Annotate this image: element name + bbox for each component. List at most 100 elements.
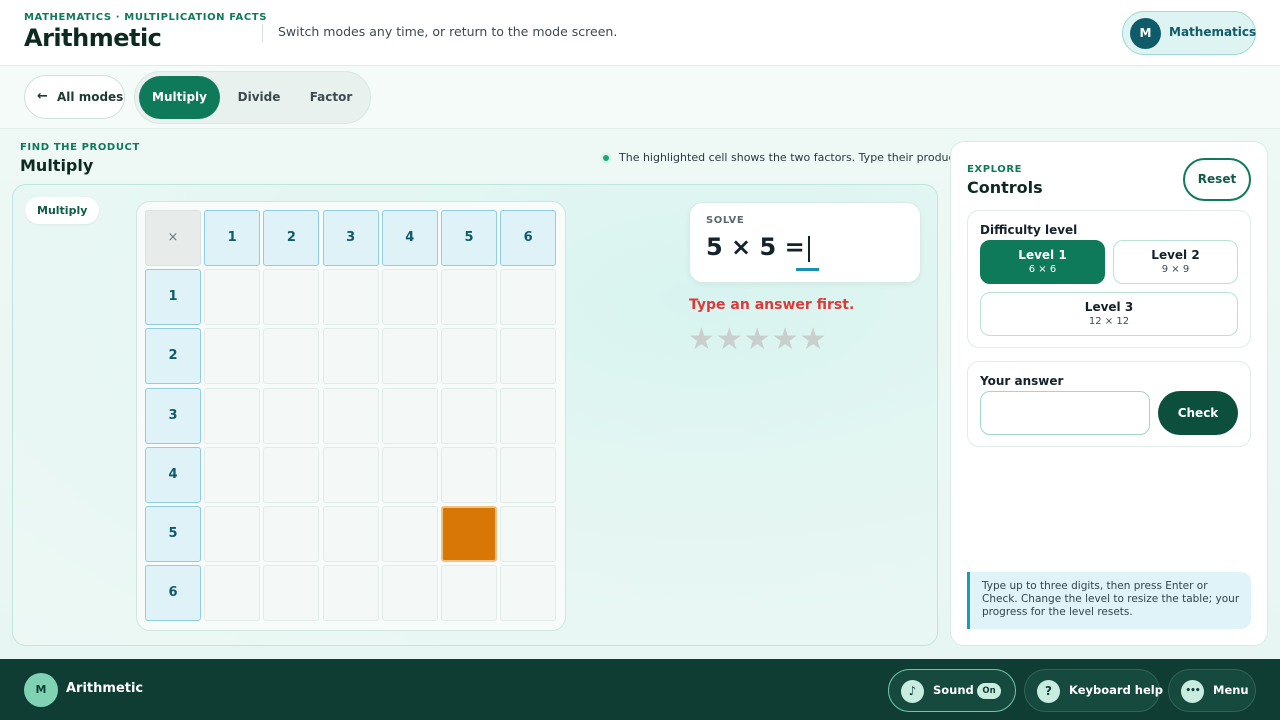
feedback-message: Type an answer first. [689,297,855,313]
grid-cell [500,269,557,326]
grid-cell [441,328,497,385]
column-header: 3 [322,210,379,266]
section-eyebrow: FIND THE PRODUCT [20,142,140,153]
footer-avatar: M [24,673,58,707]
grid-cell [204,565,261,622]
row-header: 4 [145,446,201,503]
grid-cell [441,387,497,444]
stage-chip: Multiply [25,197,100,224]
row-header: 6 [145,565,201,622]
subject-button[interactable]: M Mathematics [1122,11,1256,55]
reset-button[interactable]: Reset [1183,158,1251,201]
grid-cell [441,565,497,622]
level-size: 6 × 6 [1028,264,1057,275]
multiplication-grid: × 1 2 3 4 5 6 1 2 3 4 5 6 [136,201,566,631]
app-header: MATHEMATICS · MULTIPLICATION FACTS Arith… [0,0,1280,66]
app-title: Arithmetic [24,24,162,52]
highlighted-cell [441,506,497,562]
check-button[interactable]: Check [1158,391,1238,435]
solve-card: SOLVE 5 × 5 = [689,202,921,283]
arrow-left-icon: ← [37,89,48,104]
all-modes-label: All modes [57,90,124,104]
mode-bar: ← All modes Multiply Divide Factor [0,66,1280,129]
answer-input[interactable] [980,391,1150,435]
help-note: Type up to three digits, then press Ente… [967,572,1251,629]
column-header: 1 [204,210,261,266]
level-name: Level 2 [1151,248,1200,262]
grid-cell [322,269,379,326]
solve-label: SOLVE [706,215,745,226]
panel-title: Controls [967,178,1043,197]
grid-cell [204,269,261,326]
header-subtitle: Switch modes any time, or return to the … [278,24,618,39]
level-1-button[interactable]: Level 1 6 × 6 [980,240,1105,284]
grid-cell [263,446,320,503]
grid-corner: × [145,210,201,266]
level-2-button[interactable]: Level 2 9 × 9 [1113,240,1238,284]
all-modes-button[interactable]: ← All modes [24,75,125,119]
sound-toggle-button[interactable]: ♪ Sound On [888,669,1016,712]
row-header: 5 [145,506,201,562]
grid-cell [441,269,497,326]
grid-cell [381,446,438,503]
column-header: 2 [263,210,320,266]
equation: 5 × 5 = [706,233,805,261]
hint-dot-icon [600,152,612,164]
keyboard-help-label: Keyboard help [1069,683,1163,697]
hint-text: The highlighted cell shows the two facto… [619,151,963,164]
header-eyebrow: MATHEMATICS · MULTIPLICATION FACTS [24,12,268,23]
grid-cell [204,328,261,385]
grid-cell [322,565,379,622]
grid-cell [322,328,379,385]
mode-switcher: Multiply Divide Factor [134,71,371,124]
grid-cell [263,269,320,326]
footer-title: Arithmetic [66,681,144,696]
mode-tab-multiply[interactable]: Multiply [139,76,220,119]
music-note-icon: ♪ [901,680,924,703]
sound-state-badge: On [977,683,1001,699]
row-header: 2 [145,328,201,385]
row-header: 1 [145,269,201,326]
row-header: 3 [145,387,201,444]
grid-cell [441,446,497,503]
mode-tab-factor[interactable]: Factor [295,76,367,119]
star-rating: ★★★★★ [688,322,828,357]
header-divider [262,24,263,42]
menu-button[interactable]: ••• Menu [1168,669,1256,712]
grid-cell [204,387,261,444]
panel-eyebrow: EXPLORE [967,164,1023,175]
grid-cell [381,565,438,622]
grid-cell [322,387,379,444]
grid-cell [500,387,557,444]
subject-name: Mathematics [1169,25,1257,39]
level-name: Level 1 [1018,248,1067,262]
answer-caret [808,236,810,262]
column-header: 4 [381,210,438,266]
grid-cell [263,506,320,562]
help-icon: ? [1037,680,1060,703]
column-header: 6 [500,210,557,266]
footer-bar: M Arithmetic ♪ Sound On ? Keyboard help … [0,659,1280,720]
mode-tab-divide[interactable]: Divide [223,76,295,119]
keyboard-help-button[interactable]: ? Keyboard help [1024,669,1163,712]
level-3-button[interactable]: Level 3 12 × 12 [980,292,1238,336]
grid-cell [204,506,261,562]
difficulty-title: Difficulty level [980,223,1078,237]
grid-cell [263,328,320,385]
grid-cell [381,328,438,385]
subject-avatar: M [1130,18,1161,49]
grid-cell [500,506,557,562]
section-title: Multiply [20,156,94,175]
answer-title: Your answer [980,374,1064,388]
more-dots-icon: ••• [1181,680,1204,703]
grid-cell [263,387,320,444]
grid-cell [322,506,379,562]
grid-cell [381,269,438,326]
level-size: 12 × 12 [1088,316,1130,327]
grid-cell [500,565,557,622]
grid-cell [381,506,438,562]
level-size: 9 × 9 [1161,264,1190,275]
grid-cell [500,446,557,503]
grid-cell [500,328,557,385]
grid-cell [263,565,320,622]
